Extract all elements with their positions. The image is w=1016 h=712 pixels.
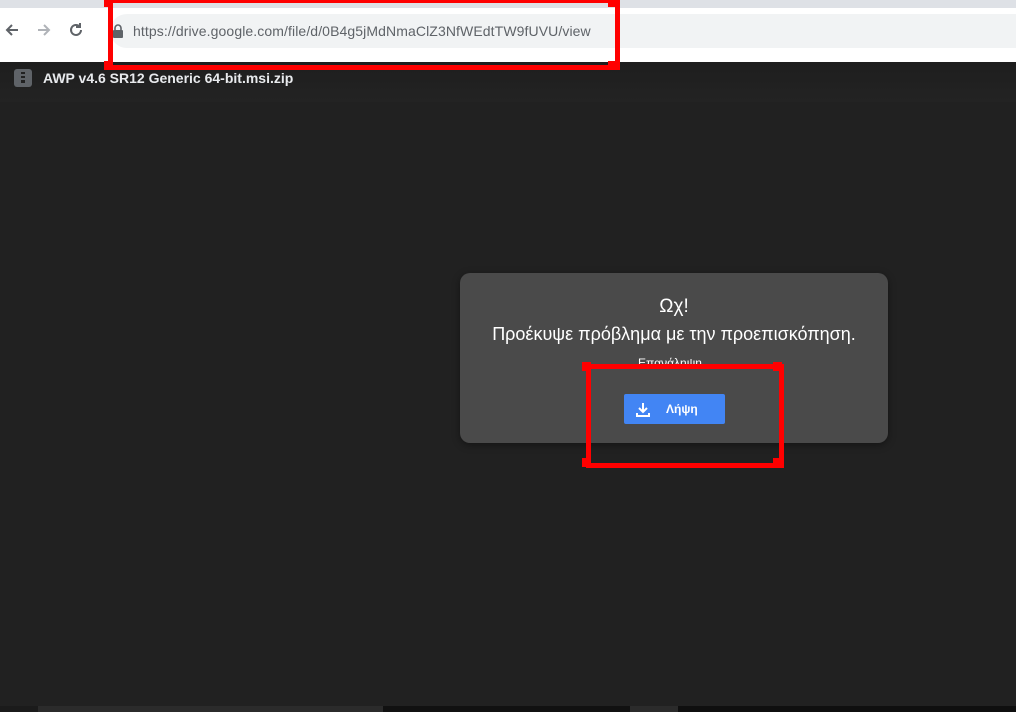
annotation-handle bbox=[104, 0, 113, 7]
file-name: AWP v4.6 SR12 Generic 64-bit.msi.zip bbox=[43, 70, 294, 86]
reload-button[interactable] bbox=[64, 18, 88, 42]
error-message: Προέκυψε πρόβλημα με την προεπισκόπηση. bbox=[492, 324, 856, 344]
arrow-left-icon bbox=[5, 24, 18, 36]
bottom-bar-segment bbox=[678, 706, 1016, 712]
bottom-bar-segment bbox=[38, 706, 383, 712]
error-title: Ωχ! bbox=[659, 296, 689, 317]
annotation-box-url bbox=[108, 0, 620, 70]
archive-file-icon bbox=[14, 69, 32, 87]
reload-icon bbox=[70, 23, 82, 36]
bottom-bar-segment bbox=[383, 706, 630, 712]
bottom-bar-segment bbox=[0, 706, 38, 712]
annotation-handle bbox=[773, 458, 782, 467]
annotation-handle bbox=[104, 61, 113, 70]
forward-button[interactable] bbox=[32, 18, 56, 42]
back-button[interactable] bbox=[0, 18, 24, 42]
annotation-handle bbox=[773, 362, 782, 371]
annotation-handle bbox=[582, 362, 591, 371]
arrow-right-icon bbox=[38, 24, 51, 36]
annotation-handle bbox=[582, 458, 591, 467]
annotation-handle bbox=[608, 0, 617, 7]
annotation-box-download bbox=[586, 364, 784, 468]
bottom-bar-segment bbox=[630, 706, 678, 712]
annotation-handle bbox=[608, 61, 617, 70]
